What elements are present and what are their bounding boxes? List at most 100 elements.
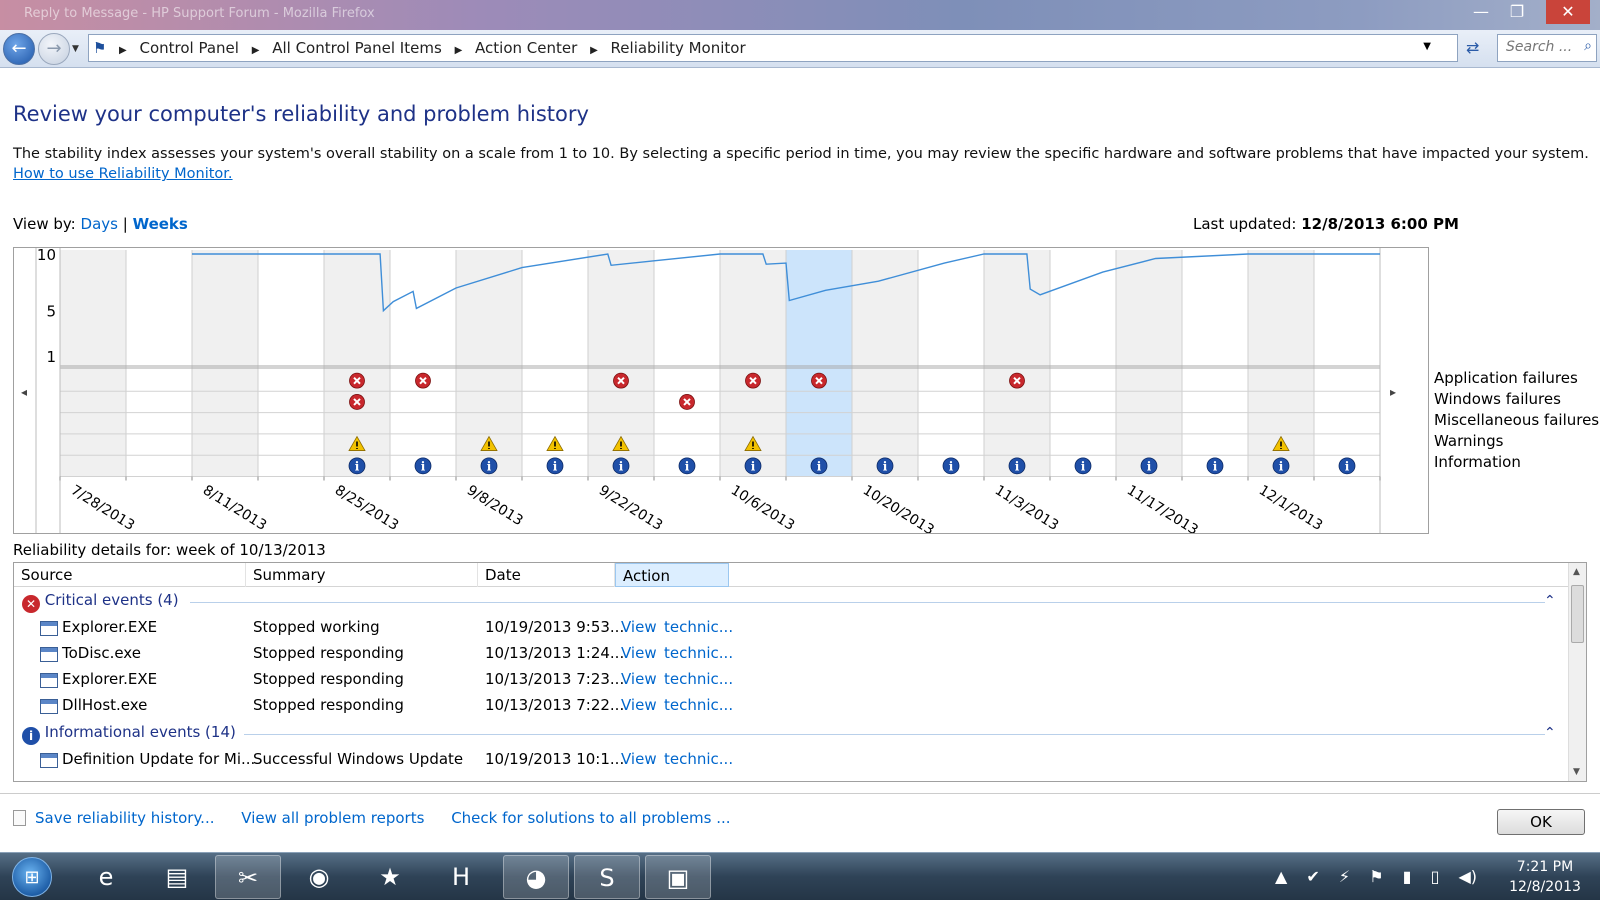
table-row[interactable]: Explorer.EXE Stopped responding 10/13/20… (14, 667, 1554, 693)
reliability-chart[interactable]: 10 5 1 ◂ ▸ i i i i i i i i i i i i i i i i 7/28/2013 8/11/2013… (13, 247, 1429, 534)
row-label-warnings: Warnings (1434, 432, 1504, 450)
breadcrumb-action-center[interactable]: Action Center (475, 39, 577, 57)
volume-icon[interactable]: ◀) (1458, 867, 1477, 886)
refresh-icon[interactable]: ⇄ (1466, 38, 1479, 57)
table-row[interactable]: Explorer.EXE Stopped working 10/19/2013 … (14, 615, 1554, 641)
breadcrumb-all-items[interactable]: All Control Panel Items (272, 39, 442, 57)
column-date[interactable]: Date (478, 563, 615, 587)
show-hidden-icons[interactable]: ▲ (1275, 867, 1287, 886)
group-informational-events[interactable]: i Informational events (14) (22, 723, 236, 745)
group-critical-events[interactable]: ✕ Critical events (4) (22, 591, 179, 613)
chart-column[interactable] (390, 250, 456, 477)
chevron-right-icon[interactable]: ▶ (455, 45, 463, 56)
chart-column[interactable] (258, 250, 324, 477)
chart-column[interactable] (1116, 250, 1182, 477)
x-tick-label: 8/25/2013 (332, 482, 401, 533)
chart-column[interactable] (1050, 250, 1116, 477)
save-history-link[interactable]: Save reliability history... (35, 809, 215, 827)
recent-pages-dropdown-icon[interactable]: ▼ (72, 44, 79, 54)
chart-column[interactable] (918, 250, 984, 477)
view-link[interactable]: View (621, 644, 657, 662)
taskbar-skype[interactable]: S (574, 855, 640, 899)
footer-links: Save reliability history... View all pro… (13, 809, 753, 827)
battery-icon[interactable]: ▯ (1431, 867, 1440, 886)
chevron-right-icon[interactable]: ▶ (119, 45, 127, 56)
technical-details-link[interactable]: technic... (664, 618, 733, 636)
table-row[interactable]: DllHost.exe Stopped responding 10/13/201… (14, 693, 1554, 719)
chart-column[interactable] (126, 250, 192, 477)
technical-details-link[interactable]: technic... (664, 696, 733, 714)
taskbar-hp-app[interactable]: H (428, 855, 494, 899)
column-summary[interactable]: Summary (246, 563, 478, 587)
tray-network-app-icon[interactable]: ⚡ (1339, 867, 1350, 886)
view-reports-link[interactable]: View all problem reports (241, 809, 424, 827)
taskbar-snipping-tool[interactable]: ✂ (215, 855, 281, 899)
start-button[interactable]: ⊞ (12, 857, 52, 897)
chevron-right-icon[interactable]: ▶ (590, 45, 598, 56)
help-link[interactable]: How to use Reliability Monitor. (13, 166, 233, 182)
check-solutions-link[interactable]: Check for solutions to all problems ... (451, 809, 730, 827)
scroll-down-icon[interactable]: ▼ (1573, 767, 1580, 777)
group-title: Critical events (4) (44, 591, 179, 609)
close-button[interactable]: ✕ (1546, 0, 1590, 24)
address-bar[interactable]: ⚑ ▶ Control Panel ▶ All Control Panel It… (88, 34, 1458, 62)
technical-details-link[interactable]: technic... (664, 670, 733, 688)
table-scrollbar[interactable]: ▲ ▼ (1568, 563, 1586, 781)
group-title: Informational events (14) (44, 723, 236, 741)
view-link[interactable]: View (621, 670, 657, 688)
search-icon[interactable]: ⌕ (1584, 38, 1592, 54)
technical-details-link[interactable]: technic... (664, 644, 733, 662)
forward-button[interactable]: → (38, 33, 70, 65)
chart-column[interactable] (1182, 250, 1248, 477)
technical-details-link[interactable]: technic... (664, 750, 733, 768)
details-table: Source Summary Date Action ✕ Critical ev… (13, 562, 1587, 782)
back-button[interactable]: ← (3, 33, 35, 65)
taskbar-file-explorer[interactable]: ▤ (144, 855, 210, 899)
system-clock[interactable]: 7:21 PM 12/8/2013 (1500, 857, 1590, 897)
chart-column[interactable] (192, 250, 258, 477)
minimize-button[interactable]: — (1464, 0, 1498, 24)
chart-scroll-right-icon[interactable]: ▸ (1390, 385, 1396, 399)
column-action[interactable]: Action (615, 563, 729, 587)
scroll-up-icon[interactable]: ▲ (1573, 567, 1580, 577)
maximize-button[interactable]: ❐ (1500, 0, 1534, 24)
scrollbar-thumb[interactable] (1571, 585, 1584, 643)
chart-column[interactable] (1314, 250, 1380, 477)
column-source[interactable]: Source (14, 563, 246, 587)
table-row[interactable]: Definition Update for Mi... Successful W… (14, 747, 1554, 773)
breadcrumb-reliability-monitor[interactable]: Reliability Monitor (611, 39, 746, 57)
breadcrumb-control-panel[interactable]: Control Panel (139, 39, 238, 57)
view-days-link[interactable]: Days (81, 215, 118, 233)
search-input[interactable]: Search ... ⌕ (1497, 34, 1597, 62)
tray-check-icon[interactable]: ✔ (1306, 867, 1319, 886)
address-dropdown-icon[interactable]: ▼ (1423, 41, 1431, 52)
taskbar-pokerstars[interactable]: ★ (357, 855, 423, 899)
breadcrumb: ▶ Control Panel ▶ All Control Panel Item… (119, 39, 754, 57)
view-link[interactable]: View (621, 618, 657, 636)
action-center-flag-icon[interactable]: ⚑ (1369, 867, 1383, 886)
chart-scroll-left-icon[interactable]: ◂ (21, 385, 27, 399)
taskbar-chrome[interactable]: ◉ (286, 855, 352, 899)
ok-button[interactable]: OK (1497, 809, 1585, 835)
collapse-icon[interactable]: ⌃ (1544, 725, 1556, 741)
view-link[interactable]: View (621, 750, 657, 768)
chart-column[interactable] (786, 250, 852, 477)
taskbar-firefox[interactable]: ◕ (503, 855, 569, 899)
row-source: Explorer.EXE (62, 618, 158, 636)
group-divider (244, 734, 1545, 735)
taskbar-control-panel[interactable]: ▣ (645, 855, 711, 899)
chevron-right-icon[interactable]: ▶ (252, 45, 260, 56)
view-weeks-link[interactable]: Weeks (133, 215, 188, 233)
chart-column[interactable] (60, 250, 126, 477)
reliability-chart-svg[interactable]: 10 5 1 ◂ ▸ i i i i i i i i i i i i i i i i 7/28/2013 8/11/2013… (14, 248, 1428, 533)
collapse-icon[interactable]: ⌃ (1544, 593, 1556, 609)
application-icon (40, 621, 58, 636)
network-signal-icon[interactable]: ▮ (1403, 867, 1412, 886)
last-updated: Last updated: 12/8/2013 6:00 PM (1193, 215, 1459, 233)
chart-column[interactable] (984, 250, 1050, 477)
row-summary: Stopped working (253, 618, 380, 636)
view-link[interactable]: View (621, 696, 657, 714)
chart-column[interactable] (654, 250, 720, 477)
table-row[interactable]: ToDisc.exe Stopped responding 10/13/2013… (14, 641, 1554, 667)
taskbar-internet-explorer[interactable]: e (73, 855, 139, 899)
